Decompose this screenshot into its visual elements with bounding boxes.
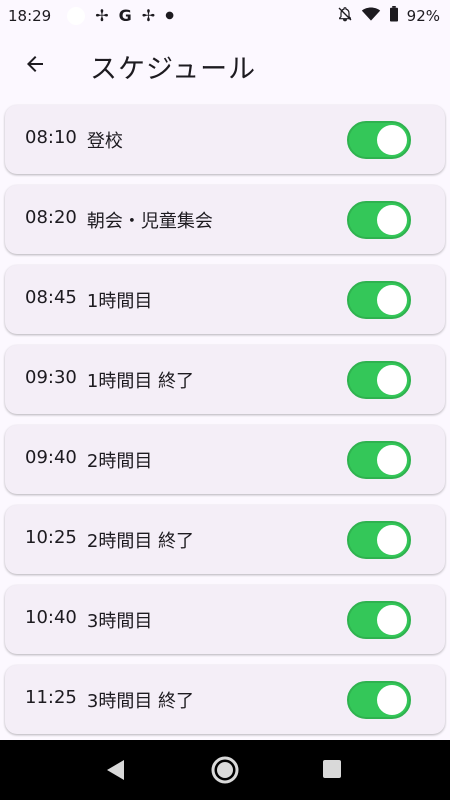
schedule-toggle[interactable] (347, 361, 411, 399)
schedule-toggle[interactable] (347, 441, 411, 479)
toggle-knob (377, 205, 407, 235)
schedule-toggle[interactable] (347, 681, 411, 719)
schedule-label: 1時間目 (86, 290, 153, 312)
circle-home-icon (210, 755, 240, 789)
battery-percent: 92% (406, 7, 440, 25)
toggle-knob (377, 525, 407, 555)
schedule-time: 10:40 (25, 606, 77, 628)
schedule-toggle[interactable] (347, 521, 411, 559)
schedule-time: 09:40 (25, 446, 77, 468)
schedule-label: 2時間目 終了 (86, 530, 195, 552)
schedule-item[interactable]: 08:10 登校 (5, 105, 445, 174)
nav-recents-button[interactable] (322, 759, 342, 783)
toggle-knob (377, 605, 407, 635)
nav-home-button[interactable] (210, 755, 240, 789)
page-title: スケジュール (90, 53, 257, 85)
schedule-label: 3時間目 終了 (86, 690, 195, 712)
schedule-time: 08:45 (25, 286, 77, 308)
schedule-toggle[interactable] (347, 121, 411, 159)
schedule-label: 3時間目 (86, 610, 153, 632)
schedule-time: 09:30 (25, 366, 77, 388)
square-recents-icon (322, 759, 342, 783)
schedule-item[interactable]: 08:45 1時間目 (5, 265, 445, 334)
pinwheel-icon: ✢ (95, 6, 109, 25)
schedule-time: 10:25 (25, 526, 77, 548)
wifi-icon (361, 6, 381, 26)
toggle-knob (377, 285, 407, 315)
schedule-item[interactable]: 10:40 3時間目 (5, 585, 445, 654)
schedule-item[interactable]: 10:25 2時間目 終了 (5, 505, 445, 574)
app-bar: スケジュール (0, 32, 450, 100)
schedule-item[interactable]: 09:40 2時間目 (5, 425, 445, 494)
schedule-toggle[interactable] (347, 601, 411, 639)
nav-back-button[interactable] (104, 758, 126, 786)
triangle-back-icon (104, 758, 126, 786)
arrow-left-icon (23, 52, 47, 80)
mute-icon (337, 6, 353, 26)
schedule-label: 登校 (86, 130, 123, 152)
toggle-knob (377, 125, 407, 155)
schedule-time: 11:25 (25, 686, 77, 708)
battery-icon (389, 6, 399, 26)
status-bar: 18:29 ✢ G ✢ ● 92% (0, 0, 450, 32)
schedule-toggle[interactable] (347, 201, 411, 239)
notification-circle-icon (67, 7, 86, 25)
schedule-item[interactable]: 09:30 1時間目 終了 (5, 345, 445, 414)
system-nav-bar (0, 740, 450, 800)
schedule-label: 朝会・児童集会 (86, 210, 213, 232)
schedule-label: 2時間目 (86, 450, 153, 472)
dot-icon: ● (165, 10, 174, 21)
toggle-knob (377, 685, 407, 715)
schedule-toggle[interactable] (347, 281, 411, 319)
pinwheel-icon: ✢ (141, 6, 156, 25)
status-time: 18:29 (8, 7, 52, 25)
toggle-knob (377, 445, 407, 475)
schedule-item[interactable]: 11:25 3時間目 終了 (5, 665, 445, 734)
google-icon: G (118, 6, 132, 25)
schedule-time: 08:10 (25, 126, 77, 148)
schedule-time: 08:20 (25, 206, 77, 228)
back-button[interactable] (11, 42, 59, 90)
schedule-item[interactable]: 08:20 朝会・児童集会 (5, 185, 445, 254)
schedule-label: 1時間目 終了 (86, 370, 195, 392)
toggle-knob (377, 365, 407, 395)
